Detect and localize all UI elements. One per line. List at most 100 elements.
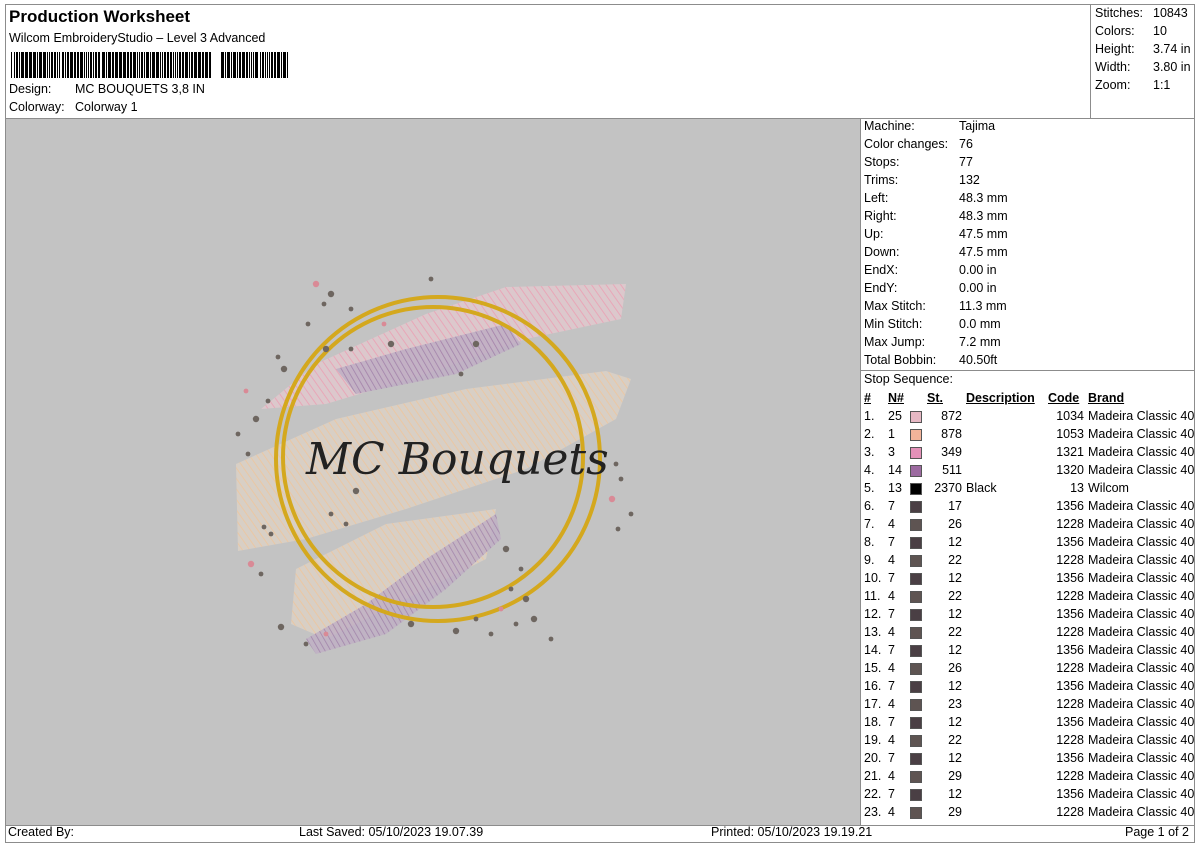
summary-zoom: Zoom: 1:1: [1095, 78, 1170, 92]
stop-index: 7.: [864, 517, 875, 531]
stop-row: 19. 4 22 1228 Madeira Classic 40: [862, 731, 1194, 749]
property-label: Trims:: [864, 173, 899, 187]
stop-index: 19.: [864, 733, 882, 747]
stop-swatch: [910, 695, 927, 713]
stop-stitches: 22: [948, 733, 962, 747]
summary-label: Stitches:: [1095, 6, 1143, 20]
stop-row: 3. 3 349 1321 Madeira Classic 40: [862, 443, 1194, 461]
stop-description: [962, 569, 1048, 587]
color-swatch: [910, 464, 922, 477]
stop-description: [962, 461, 1048, 479]
property-label: Right:: [864, 209, 897, 223]
col-needle: N#: [888, 391, 904, 405]
page-number: Page 1 of 2: [1125, 825, 1189, 839]
property-label: Machine:: [864, 119, 915, 133]
stop-needle: 1: [888, 427, 895, 441]
software-name: Wilcom EmbroideryStudio – Level 3 Advanc…: [9, 31, 266, 45]
stop-swatch: [910, 803, 927, 821]
stop-stitches: 349: [941, 445, 962, 459]
stop-code: 1228: [1056, 589, 1084, 603]
stop-description: [962, 803, 1048, 821]
stop-swatch: [910, 785, 927, 803]
color-swatch: [910, 698, 922, 711]
stop-code: 1053: [1056, 427, 1084, 441]
stop-code: 1228: [1056, 697, 1084, 711]
stop-row: 13. 4 22 1228 Madeira Classic 40: [862, 623, 1194, 641]
stop-brand: Madeira Classic 40: [1088, 445, 1195, 459]
stop-brand: Madeira Classic 40: [1088, 571, 1195, 585]
property-row: Left: 48.3 mm: [864, 191, 1008, 205]
property-value: 47.5 mm: [959, 245, 1008, 259]
stop-description: [962, 677, 1048, 695]
stop-description: [962, 443, 1048, 461]
stop-swatch: [910, 569, 927, 587]
stop-swatch: [910, 479, 927, 497]
stop-description: [962, 731, 1048, 749]
stop-stitches: 26: [948, 517, 962, 531]
stop-code: 1356: [1056, 679, 1084, 693]
stop-swatch: [910, 551, 927, 569]
worksheet-footer: Created By: Last Saved: 05/10/2023 19.07…: [5, 825, 1195, 843]
stop-brand: Madeira Classic 40: [1088, 517, 1195, 531]
stop-swatch: [910, 623, 927, 641]
stop-code: 1356: [1056, 643, 1084, 657]
stop-code: 1228: [1056, 805, 1084, 819]
property-row: Machine: Tajima: [864, 119, 995, 133]
colorway-row: Colorway: Colorway 1: [9, 100, 138, 114]
stop-swatch: [910, 605, 927, 623]
stop-description: [962, 749, 1048, 767]
summary-width: Width: 3.80 in: [1095, 60, 1191, 74]
color-swatch: [910, 644, 922, 657]
stop-row: 17. 4 23 1228 Madeira Classic 40: [862, 695, 1194, 713]
stop-row: 20. 7 12 1356 Madeira Classic 40: [862, 749, 1194, 767]
col-stitches: St.: [927, 391, 943, 405]
summary-label: Zoom:: [1095, 78, 1131, 92]
property-label: Color changes:: [864, 137, 949, 151]
stop-needle: 7: [888, 751, 895, 765]
stop-index: 11.: [864, 589, 881, 603]
stop-row: 22. 7 12 1356 Madeira Classic 40: [862, 785, 1194, 803]
stop-stitches: 17: [948, 499, 962, 513]
stop-stitches: 22: [948, 625, 962, 639]
summary-value: 3.80 in: [1153, 60, 1191, 74]
col-brand: Brand: [1088, 391, 1125, 405]
color-swatch: [910, 734, 922, 747]
color-swatch: [910, 590, 922, 603]
property-value: Tajima: [959, 119, 996, 133]
stop-code: 1356: [1056, 751, 1084, 765]
stop-brand: Madeira Classic 40: [1088, 409, 1195, 423]
color-swatch: [910, 680, 922, 693]
property-row: Max Stitch: 11.3 mm: [864, 299, 1007, 313]
summary-label: Colors:: [1095, 24, 1135, 38]
stop-needle: 7: [888, 499, 895, 513]
stop-row: 5. 13 2370 Black 13 Wilcom: [862, 479, 1194, 497]
stop-description: [962, 551, 1048, 569]
embroidery-design-image: MC Bouquets: [235, 276, 634, 654]
stop-index: 16.: [864, 679, 882, 693]
property-row: Total Bobbin: 40.50ft: [864, 353, 997, 367]
property-value: 40.50ft: [959, 353, 998, 367]
design-preview: MC Bouquets: [6, 119, 860, 825]
property-value: 76: [959, 137, 973, 151]
stop-row: 23. 4 29 1228 Madeira Classic 40: [862, 803, 1194, 821]
color-swatch: [910, 554, 922, 567]
color-swatch: [910, 536, 922, 549]
stop-index: 1.: [864, 409, 875, 423]
stop-description: [962, 533, 1048, 551]
property-value: 7.2 mm: [959, 335, 1001, 349]
property-value: 132: [959, 173, 980, 187]
stop-brand: Madeira Classic 40: [1088, 643, 1195, 657]
summary-value: 1:1: [1153, 78, 1171, 92]
property-value: 0.00 in: [959, 263, 997, 277]
stop-stitches: 12: [948, 751, 962, 765]
stop-stitches: 23: [948, 697, 962, 711]
stop-description: [962, 713, 1048, 731]
summary-box: Stitches: 10843 Colors: 10 Height: 3.74 in …: [1090, 4, 1195, 118]
col-swatch: [910, 389, 927, 407]
stop-stitches: 22: [948, 589, 962, 603]
property-label: Stops:: [864, 155, 900, 169]
stop-swatch: [910, 443, 927, 461]
stop-index: 13.: [864, 625, 882, 639]
stop-code: 1034: [1056, 409, 1084, 423]
stop-stitches: 12: [948, 715, 962, 729]
